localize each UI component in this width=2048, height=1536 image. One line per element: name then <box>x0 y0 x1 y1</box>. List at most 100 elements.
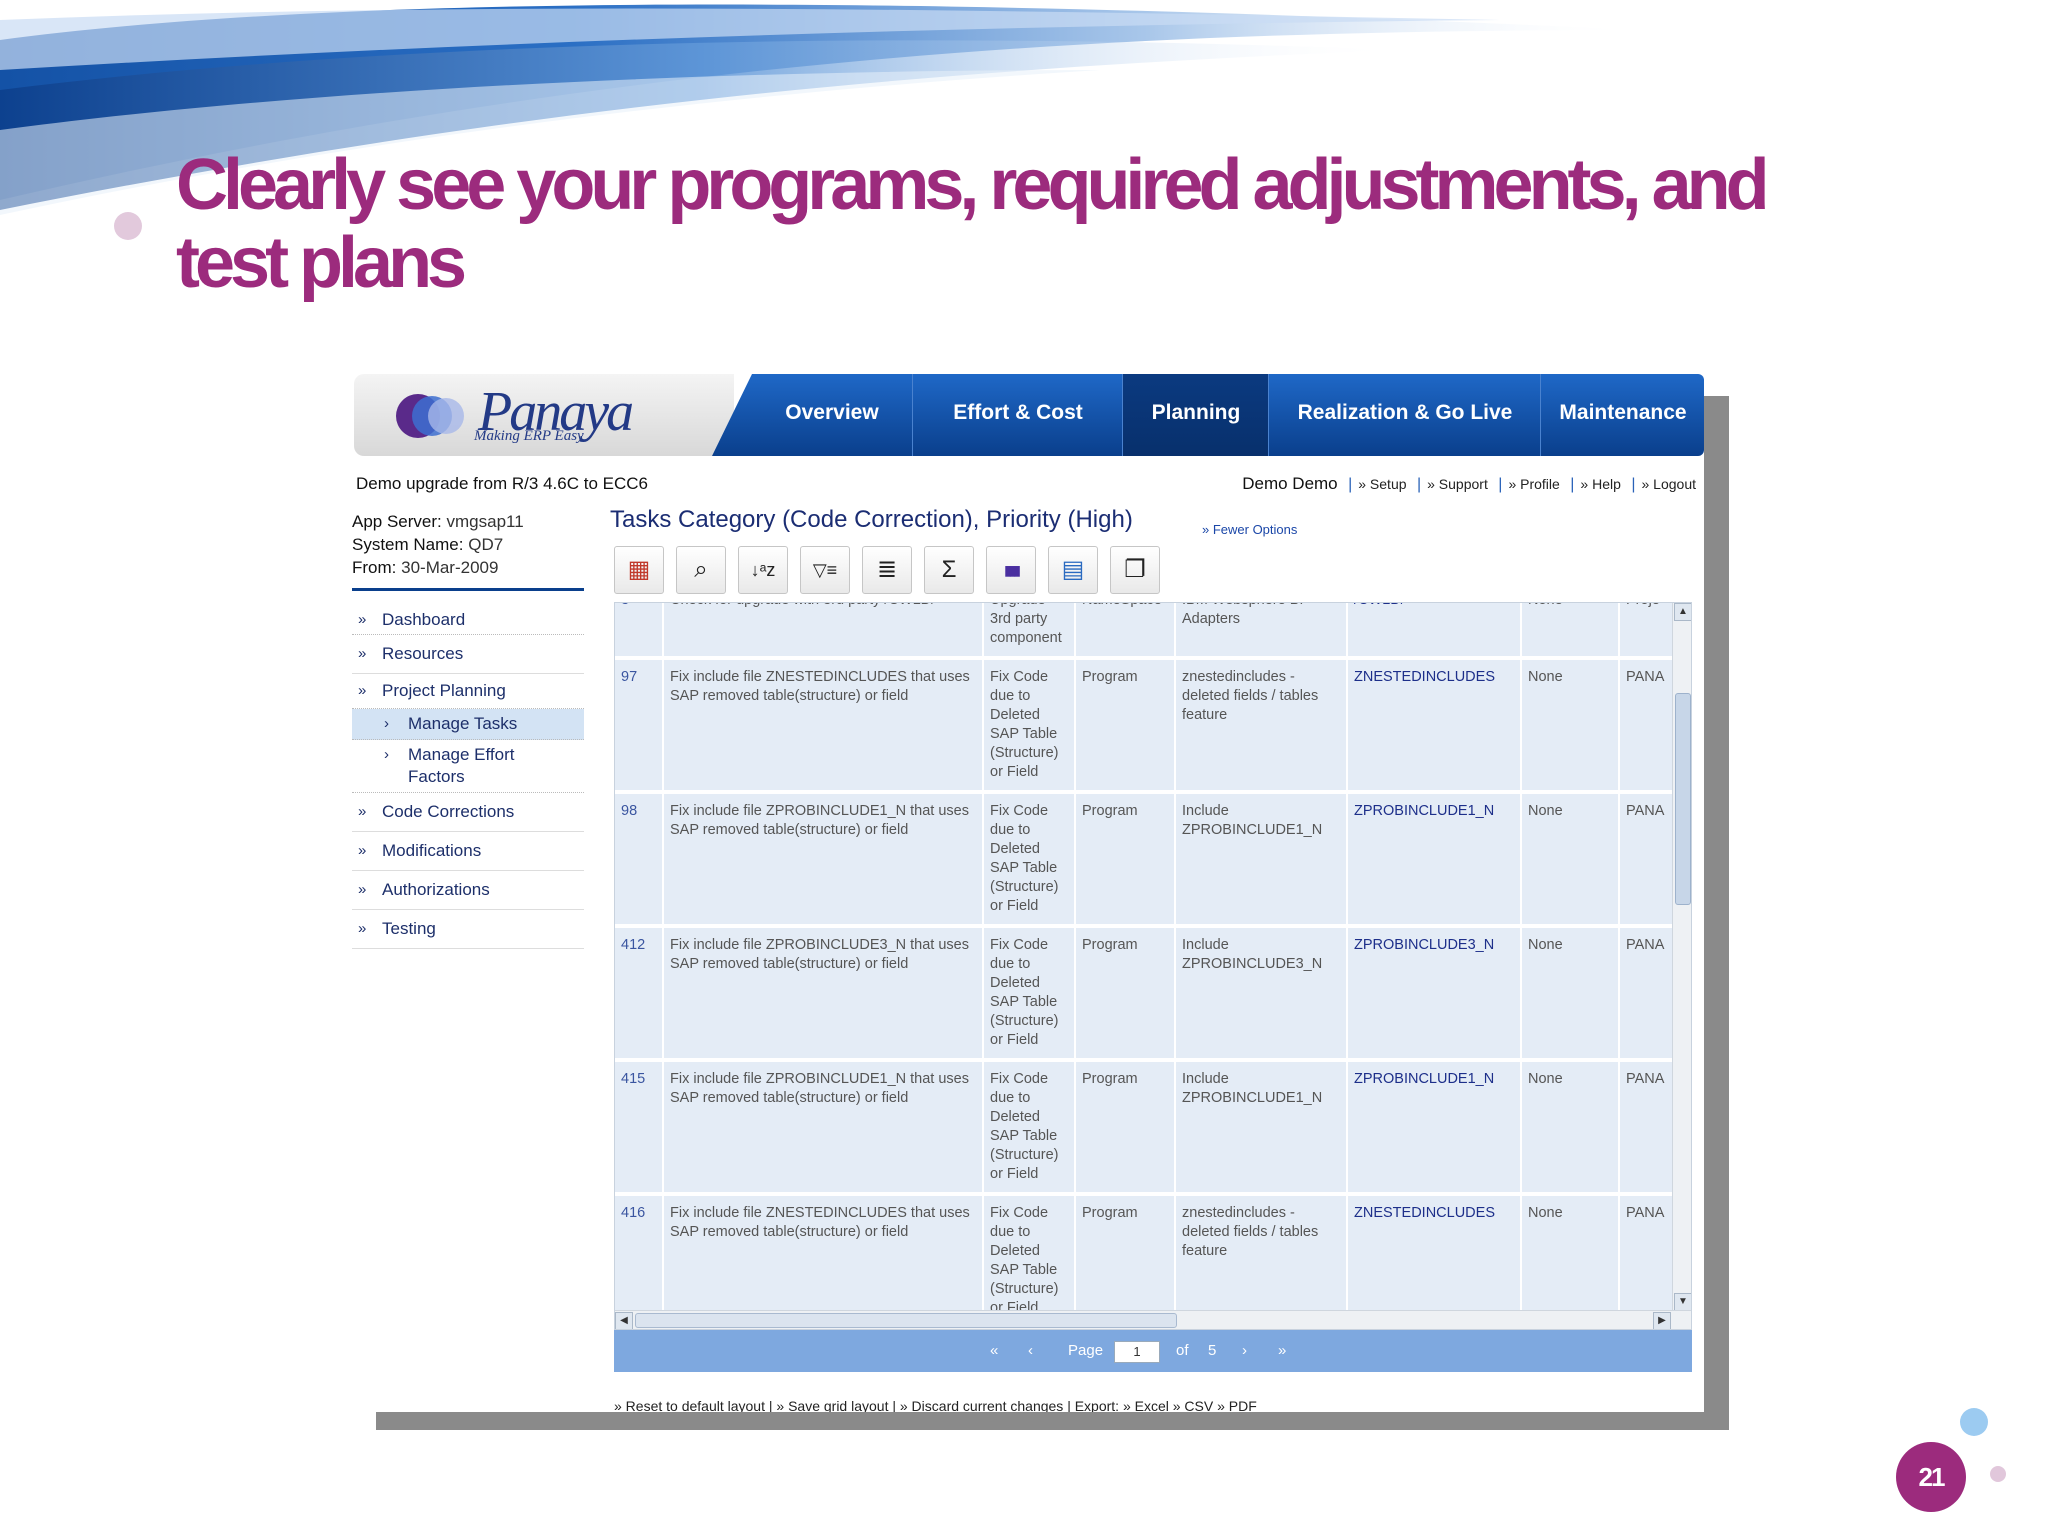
app-info: App Server: vmgsap11 System Name: QD7 Fr… <box>352 510 524 579</box>
table-cell-cat: Program <box>1075 792 1176 928</box>
decorative-dot-pink <box>1990 1466 2006 1482</box>
table-cell-obj: ZNESTEDINCLUDES <box>1347 658 1522 794</box>
of-label: of <box>1176 1342 1189 1359</box>
table-row[interactable]: 416 Fix include file ZNESTEDINCLUDES that… <box>615 1194 1673 1311</box>
vertical-scrollbar[interactable]: ▲ ▼ <box>1672 603 1691 1311</box>
filter-icon[interactable]: ▽≡ <box>800 546 850 594</box>
from-value: 30-Mar-2009 <box>401 558 499 577</box>
table-cell-cat: Program <box>1075 926 1176 1062</box>
sidebar-item-label: Resources <box>382 644 464 663</box>
tasks-table: 3Check for upgrade with 3rd party /CWLD/… <box>615 603 1673 1311</box>
table-cell-proj: Proje <box>1619 603 1673 660</box>
sidebar-item-manage-tasks[interactable]: › Manage Tasks <box>352 709 584 740</box>
sum-icon[interactable]: Σ <box>924 546 974 594</box>
table-cell-id: 98 <box>615 792 664 928</box>
system-name-value: QD7 <box>468 535 504 554</box>
tab-effort-cost[interactable]: Effort & Cost <box>912 374 1123 456</box>
binoculars-icon[interactable]: ⌕ <box>676 546 726 594</box>
logo[interactable]: Panaya Making ERP Easy <box>354 374 734 456</box>
profile-link[interactable]: » Profile <box>1508 476 1559 492</box>
fewer-options-link[interactable]: » Fewer Options <box>1202 522 1297 537</box>
first-page-icon[interactable]: « <box>990 1330 998 1372</box>
table-cell-name: znestedincludes - deleted fields / table… <box>1175 1194 1348 1311</box>
grid-icon[interactable]: ▤ <box>1048 546 1098 594</box>
table-cell-desc: Fix include file ZNESTEDINCLUDES that us… <box>663 1194 984 1311</box>
horizontal-scroll-thumb[interactable] <box>635 1313 1177 1328</box>
scroll-down-icon[interactable]: ▼ <box>1674 1293 1691 1311</box>
table-cell-id: 415 <box>615 1060 664 1196</box>
scroll-up-icon[interactable]: ▲ <box>1674 603 1691 621</box>
table-cell-proj: PANA <box>1619 658 1673 794</box>
decorative-dot-blue <box>1960 1408 1988 1436</box>
table-cell-proj: PANA <box>1619 1060 1673 1196</box>
sidebar-item-label: Authorizations <box>382 880 490 899</box>
tab-realization-go-live[interactable]: Realization & Go Live <box>1268 374 1541 456</box>
chart-icon[interactable]: ▮▮▮ <box>986 546 1036 594</box>
sidebar-item-modifications[interactable]: » Modifications <box>352 832 584 871</box>
sidebar-item-authorizations[interactable]: » Authorizations <box>352 871 584 910</box>
sidebar-item-label: Dashboard <box>382 610 466 629</box>
chevron-double-right-icon: » <box>358 842 367 859</box>
table-cell-cat: NameSpace <box>1075 603 1176 660</box>
tab-overview[interactable]: Overview <box>752 374 912 456</box>
scroll-right-icon[interactable]: ▶ <box>1653 1312 1671 1329</box>
sidebar-item-label: Modifications <box>382 841 482 860</box>
sidebar: » Dashboard » Resources » Project Planning … <box>352 606 584 949</box>
next-page-icon[interactable]: › <box>1242 1330 1247 1372</box>
tab-planning[interactable]: Planning <box>1122 374 1269 456</box>
sort-az-icon[interactable]: ↓ᵃz <box>738 546 788 594</box>
table-cell-type: Fix Code due to Deleted SAP Table (Struc… <box>983 792 1076 928</box>
chevron-double-right-icon: » <box>358 881 367 898</box>
setup-link[interactable]: » Setup <box>1358 476 1406 492</box>
sidebar-item-project-planning[interactable]: » Project Planning <box>352 674 584 709</box>
table-row[interactable]: 412 Fix include file ZPROBINCLUDE3_N that… <box>615 926 1673 1062</box>
table-row[interactable]: 3Check for upgrade with 3rd party /CWLD/… <box>615 603 1673 660</box>
horizontal-scrollbar[interactable]: ◀ ▶ <box>615 1310 1691 1329</box>
sidebar-item-manage-effort-factors[interactable]: › Manage Effort Factors <box>352 740 584 793</box>
prev-page-icon[interactable]: ‹ <box>1028 1330 1033 1372</box>
page-input[interactable]: 1 <box>1114 1341 1160 1363</box>
logout-link[interactable]: » Logout <box>1642 476 1697 492</box>
slide-title-line-1: Clearly see your programs, required adju… <box>176 145 1770 225</box>
calendar-icon[interactable]: ▦ <box>614 546 664 594</box>
table-cell-status: None <box>1521 926 1620 1062</box>
logo-circles-icon <box>396 394 464 438</box>
help-link[interactable]: » Help <box>1580 476 1620 492</box>
table-cell-desc: Check for upgrade with 3rd party /CWLD/ <box>663 603 984 660</box>
table-cell-status: None <box>1521 792 1620 928</box>
grid-footer-links[interactable]: » Reset to default layout | » Save grid … <box>614 1398 1257 1412</box>
scroll-thumb[interactable] <box>1675 693 1691 905</box>
table-cell-status: None <box>1521 1194 1620 1311</box>
table-row[interactable]: 97 Fix include file ZNESTEDINCLUDES that … <box>615 658 1673 794</box>
table-cell-type: Fix Code due to Deleted SAP Table (Struc… <box>983 658 1076 794</box>
table-cell-name: Include ZPROBINCLUDE1_N <box>1175 792 1348 928</box>
group-icon[interactable]: ≣ <box>862 546 912 594</box>
tasks-grid: 3Check for upgrade with 3rd party /CWLD/… <box>614 602 1692 1330</box>
sidebar-item-testing[interactable]: » Testing <box>352 910 584 949</box>
scroll-left-icon[interactable]: ◀ <box>615 1312 633 1329</box>
table-row[interactable]: 98 Fix include file ZPROBINCLUDE1_N that … <box>615 792 1673 928</box>
sidebar-item-code-corrections[interactable]: » Code Corrections <box>352 793 584 832</box>
sidebar-item-resources[interactable]: » Resources <box>352 635 584 674</box>
table-cell-type: Fix Code due to Deleted SAP Table (Struc… <box>983 1194 1076 1311</box>
table-cell-name: Include ZPROBINCLUDE1_N <box>1175 1060 1348 1196</box>
table-cell-type: Upgrade 3rd party component <box>983 603 1076 660</box>
sidebar-item-label: Project Planning <box>382 681 506 700</box>
table-cell-id: 412 <box>615 926 664 1062</box>
support-link[interactable]: » Support <box>1427 476 1488 492</box>
table-cell-type: Fix Code due to Deleted SAP Table (Struc… <box>983 926 1076 1062</box>
table-cell-desc: Fix include file ZPROBINCLUDE1_N that us… <box>663 792 984 928</box>
table-cell-proj: PANA <box>1619 926 1673 1062</box>
grid-viewport: 3Check for upgrade with 3rd party /CWLD/… <box>615 603 1673 1311</box>
tab-maintenance[interactable]: Maintenance <box>1540 374 1704 456</box>
table-row[interactable]: 415 Fix include file ZPROBINCLUDE1_N that… <box>615 1060 1673 1196</box>
chevron-right-icon: › <box>384 715 389 732</box>
chevron-double-right-icon: » <box>358 645 367 662</box>
sidebar-item-dashboard[interactable]: » Dashboard <box>352 606 584 635</box>
sidebar-item-label: Manage Effort Factors <box>408 745 515 786</box>
main-nav: Overview Effort & Cost Planning Realizat… <box>712 374 1704 456</box>
last-page-icon[interactable]: » <box>1278 1330 1286 1372</box>
table-cell-desc: Fix include file ZPROBINCLUDE3_N that us… <box>663 926 984 1062</box>
table-cell-id: 97 <box>615 658 664 794</box>
copy-icon[interactable]: ❐ <box>1110 546 1160 594</box>
